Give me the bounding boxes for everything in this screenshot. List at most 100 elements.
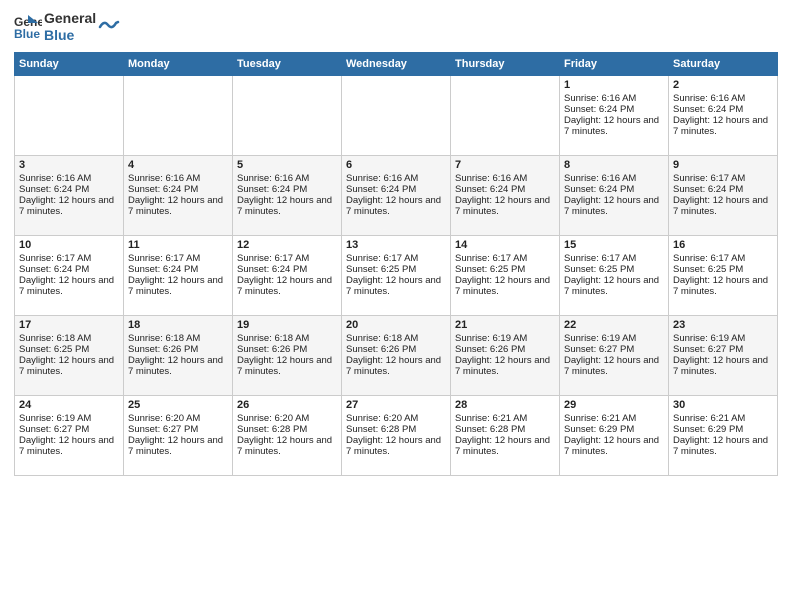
sunrise-info: Sunrise: 6:20 AM (128, 413, 200, 424)
calendar-cell: 17 Sunrise: 6:18 AMSunset: 6:25 PMDayligh… (15, 315, 124, 395)
day-header-friday: Friday (560, 52, 669, 75)
day-number: 2 (673, 79, 773, 91)
sunrise-info: Sunrise: 6:16 AM (346, 173, 418, 184)
week-row-2: 3Sunrise: 6:16 AMSunset: 6:24 PMDaylight… (15, 155, 778, 235)
sunset-info: Sunset: 6:27 PM (673, 344, 743, 355)
daylight-info: Daylight: 12 hours and 7 minutes. (673, 435, 768, 457)
calendar-header: SundayMondayTuesdayWednesdayThursdayFrid… (15, 52, 778, 75)
calendar-cell: 16Sunrise: 6:17 AMSunset: 6:25 PMDayligh… (669, 235, 778, 315)
sunset-info: Sunset: 6:26 PM (455, 344, 525, 355)
day-number: 28 (455, 399, 555, 411)
calendar-cell: 19Sunrise: 6:18 AMSunset: 6:26 PMDayligh… (233, 315, 342, 395)
sunrise-info: Sunrise: 6:21 AM (564, 413, 636, 424)
day-header-thursday: Thursday (451, 52, 560, 75)
calendar-cell: 14Sunrise: 6:17 AMSunset: 6:25 PMDayligh… (451, 235, 560, 315)
day-header-sunday: Sunday (15, 52, 124, 75)
daylight-info: Daylight: 12 hours and 7 minutes. (128, 275, 223, 297)
day-number: 16 (673, 239, 773, 251)
calendar-cell (124, 75, 233, 155)
daylight-info: Daylight: 12 hours and 7 minutes. (346, 195, 441, 217)
day-number: 27 (346, 399, 446, 411)
week-row-5: 24Sunrise: 6:19 AMSunset: 6:27 PMDayligh… (15, 395, 778, 475)
sunset-info: Sunset: 6:24 PM (455, 184, 525, 195)
day-number: 4 (128, 159, 228, 171)
sunrise-info: Sunrise: 6:18 AM (237, 333, 309, 344)
calendar-cell: 9Sunrise: 6:17 AMSunset: 6:24 PMDaylight… (669, 155, 778, 235)
daylight-info: Daylight: 12 hours and 7 minutes. (673, 355, 768, 377)
day-number: 18 (128, 319, 228, 331)
calendar-cell: 24Sunrise: 6:19 AMSunset: 6:27 PMDayligh… (15, 395, 124, 475)
calendar-cell: 20Sunrise: 6:18 AMSunset: 6:26 PMDayligh… (342, 315, 451, 395)
sunrise-info: Sunrise: 6:19 AM (455, 333, 527, 344)
day-header-saturday: Saturday (669, 52, 778, 75)
sunset-info: Sunset: 6:28 PM (346, 424, 416, 435)
calendar-cell: 28Sunrise: 6:21 AMSunset: 6:28 PMDayligh… (451, 395, 560, 475)
daylight-info: Daylight: 12 hours and 7 minutes. (19, 195, 114, 217)
calendar-cell: 8Sunrise: 6:16 AMSunset: 6:24 PMDaylight… (560, 155, 669, 235)
calendar-cell: 23Sunrise: 6:19 AMSunset: 6:27 PMDayligh… (669, 315, 778, 395)
calendar-cell: 26Sunrise: 6:20 AMSunset: 6:28 PMDayligh… (233, 395, 342, 475)
logo-line1: General (44, 10, 96, 27)
day-number: 8 (564, 159, 664, 171)
daylight-info: Daylight: 12 hours and 7 minutes. (19, 435, 114, 457)
sunset-info: Sunset: 6:25 PM (346, 264, 416, 275)
calendar-cell: 6Sunrise: 6:16 AMSunset: 6:24 PMDaylight… (342, 155, 451, 235)
day-number: 5 (237, 159, 337, 171)
sunrise-info: Sunrise: 6:19 AM (564, 333, 636, 344)
day-number: 13 (346, 239, 446, 251)
calendar-cell: 10Sunrise: 6:17 AMSunset: 6:24 PMDayligh… (15, 235, 124, 315)
sunset-info: Sunset: 6:24 PM (673, 184, 743, 195)
daylight-info: Daylight: 12 hours and 7 minutes. (673, 115, 768, 137)
daylight-info: Daylight: 12 hours and 7 minutes. (346, 355, 441, 377)
daylight-info: Daylight: 12 hours and 7 minutes. (564, 195, 659, 217)
sunset-info: Sunset: 6:27 PM (19, 424, 89, 435)
calendar-table: SundayMondayTuesdayWednesdayThursdayFrid… (14, 52, 778, 476)
sunset-info: Sunset: 6:24 PM (128, 184, 198, 195)
calendar-cell: 22Sunrise: 6:19 AMSunset: 6:27 PMDayligh… (560, 315, 669, 395)
sunrise-info: Sunrise: 6:16 AM (564, 173, 636, 184)
sunset-info: Sunset: 6:26 PM (237, 344, 307, 355)
calendar-cell: 13 Sunrise: 6:17 AMSunset: 6:25 PMDayligh… (342, 235, 451, 315)
logo-icon: General Blue (14, 13, 42, 41)
day-number: 17 (19, 319, 119, 331)
sunrise-info: Sunrise: 6:18 AM (19, 333, 91, 344)
sunrise-info: Sunrise: 6:17 AM (237, 253, 309, 264)
daylight-info: Daylight: 12 hours and 7 minutes. (455, 435, 550, 457)
sunrise-info: Sunrise: 6:18 AM (346, 333, 418, 344)
day-number: 29 (564, 399, 664, 411)
daylight-info: Daylight: 12 hours and 7 minutes. (19, 355, 114, 377)
sunset-info: Sunset: 6:24 PM (128, 264, 198, 275)
sunrise-info: Sunrise: 6:20 AM (237, 413, 309, 424)
calendar-cell: 5Sunrise: 6:16 AMSunset: 6:24 PMDaylight… (233, 155, 342, 235)
sunset-info: Sunset: 6:24 PM (237, 264, 307, 275)
sunset-info: Sunset: 6:24 PM (19, 184, 89, 195)
day-number: 10 (19, 239, 119, 251)
sunset-info: Sunset: 6:28 PM (237, 424, 307, 435)
sunrise-info: Sunrise: 6:17 AM (346, 253, 418, 264)
logo: General Blue General Blue (14, 10, 120, 44)
week-row-3: 10Sunrise: 6:17 AMSunset: 6:24 PMDayligh… (15, 235, 778, 315)
day-number: 30 (673, 399, 773, 411)
logo-line2: Blue (44, 27, 96, 44)
sunset-info: Sunset: 6:29 PM (673, 424, 743, 435)
calendar-cell: 25Sunrise: 6:20 AMSunset: 6:27 PMDayligh… (124, 395, 233, 475)
calendar-cell (451, 75, 560, 155)
sunset-info: Sunset: 6:26 PM (128, 344, 198, 355)
day-number: 1 (564, 79, 664, 91)
sunrise-info: Sunrise: 6:16 AM (455, 173, 527, 184)
daylight-info: Daylight: 12 hours and 7 minutes. (564, 435, 659, 457)
sunset-info: Sunset: 6:25 PM (19, 344, 89, 355)
day-number: 12 (237, 239, 337, 251)
calendar-cell: 7Sunrise: 6:16 AMSunset: 6:24 PMDaylight… (451, 155, 560, 235)
sunrise-info: Sunrise: 6:17 AM (19, 253, 91, 264)
daylight-info: Daylight: 12 hours and 7 minutes. (346, 275, 441, 297)
sunset-info: Sunset: 6:24 PM (19, 264, 89, 275)
calendar-cell (233, 75, 342, 155)
calendar-cell: 12Sunrise: 6:17 AMSunset: 6:24 PMDayligh… (233, 235, 342, 315)
sunrise-info: Sunrise: 6:17 AM (455, 253, 527, 264)
daylight-info: Daylight: 12 hours and 7 minutes. (237, 435, 332, 457)
day-header-wednesday: Wednesday (342, 52, 451, 75)
calendar-cell: 3Sunrise: 6:16 AMSunset: 6:24 PMDaylight… (15, 155, 124, 235)
calendar-cell: 4Sunrise: 6:16 AMSunset: 6:24 PMDaylight… (124, 155, 233, 235)
sunset-info: Sunset: 6:27 PM (128, 424, 198, 435)
